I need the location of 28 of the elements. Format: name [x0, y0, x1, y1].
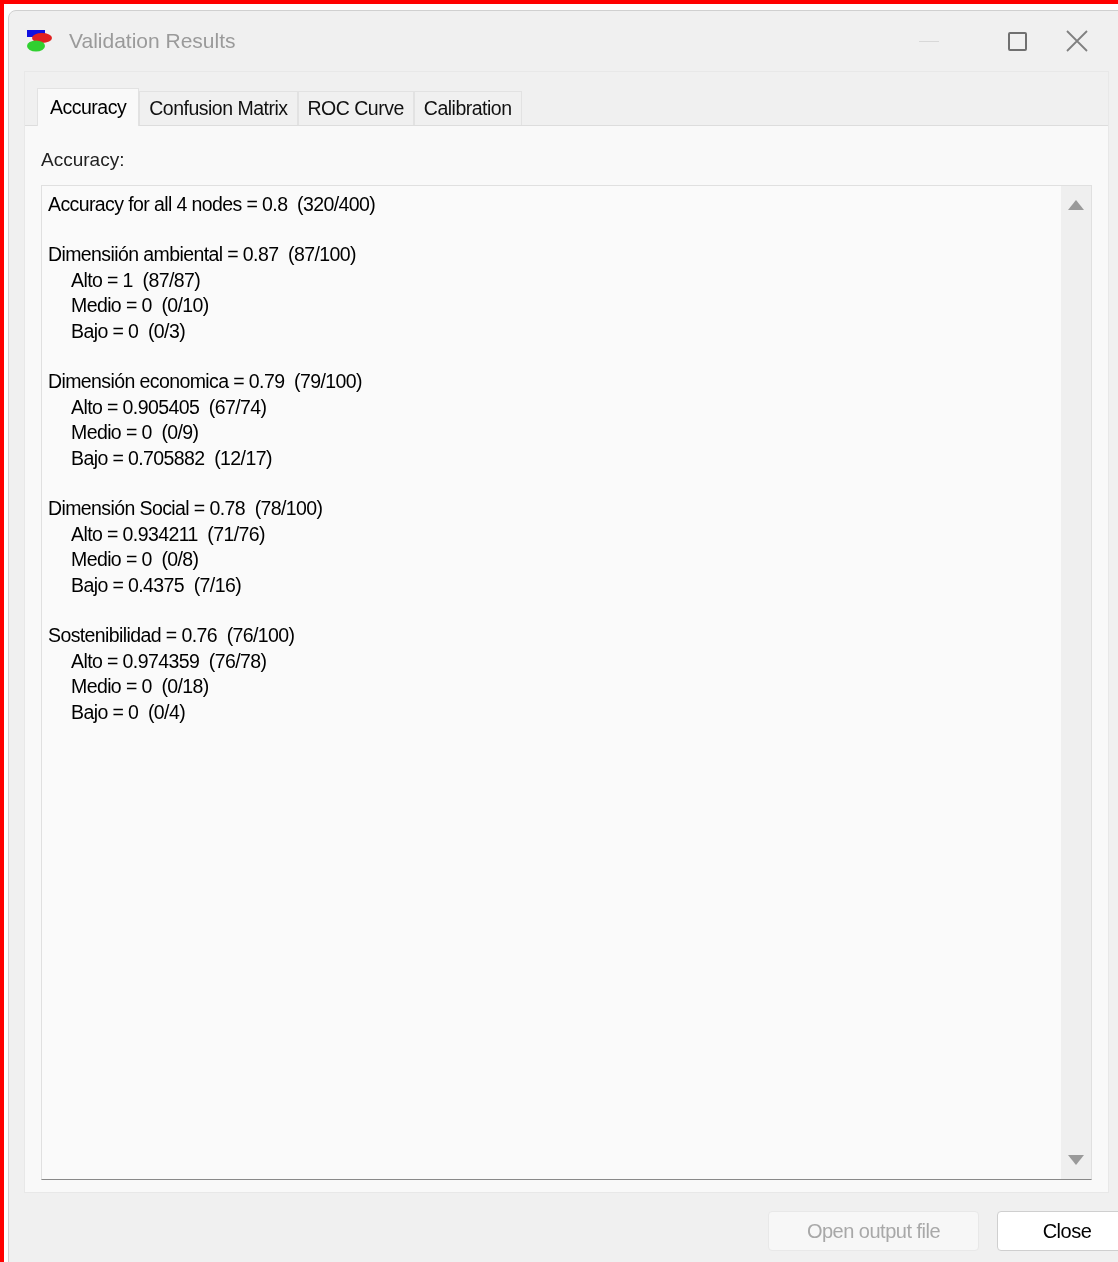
scroll-down-icon[interactable]: [1068, 1155, 1084, 1165]
app-logo-icon: [25, 28, 55, 54]
tab[interactable]: ROC Curve: [297, 91, 414, 125]
node-accuracy: Sostenibilidad = 0.76 (76/100): [48, 623, 295, 649]
state-accuracy: Bajo = 0 (0/4): [70, 699, 186, 725]
state-accuracy: Medio = 0 (0/10): [70, 293, 209, 319]
state-accuracy: Bajo = 0.4375 (7/16): [70, 572, 242, 598]
dialog-button[interactable]: Close: [997, 1211, 1118, 1251]
tab[interactable]: Confusion Matrix: [139, 91, 298, 125]
state-accuracy: Alto = 0.905405 (67/74): [70, 394, 267, 420]
node-accuracy: Dimensión economica = 0.79 (79/100): [48, 369, 362, 395]
state-accuracy: Alto = 0.934211 (71/76): [70, 521, 265, 547]
accuracy-summary: Accuracy for all 4 nodes = 0.8 (320/400): [48, 191, 376, 217]
node-accuracy: Dimensión Social = 0.78 (78/100): [48, 496, 323, 522]
tab[interactable]: Calibration: [413, 91, 522, 125]
state-accuracy: Medio = 0 (0/18): [70, 674, 209, 700]
state-accuracy: Alto = 0.974359 (76/78): [70, 648, 267, 674]
section-label: Accuracy:: [41, 148, 126, 172]
state-accuracy: Bajo = 0.705882 (12/17): [70, 445, 272, 471]
tab[interactable]: Accuracy: [37, 88, 140, 126]
state-accuracy: Alto = 1 (87/87): [70, 267, 201, 293]
scroll-up-icon[interactable]: [1068, 199, 1084, 210]
node-accuracy: Dimensiión ambiental = 0.87 (87/100): [48, 242, 356, 268]
state-accuracy: Medio = 0 (0/8): [70, 547, 199, 573]
state-accuracy: Bajo = 0 (0/3): [70, 318, 186, 344]
close-icon[interactable]: [1066, 30, 1088, 52]
state-accuracy: Medio = 0 (0/9): [70, 420, 199, 446]
window-title: Validation Results: [69, 28, 236, 55]
